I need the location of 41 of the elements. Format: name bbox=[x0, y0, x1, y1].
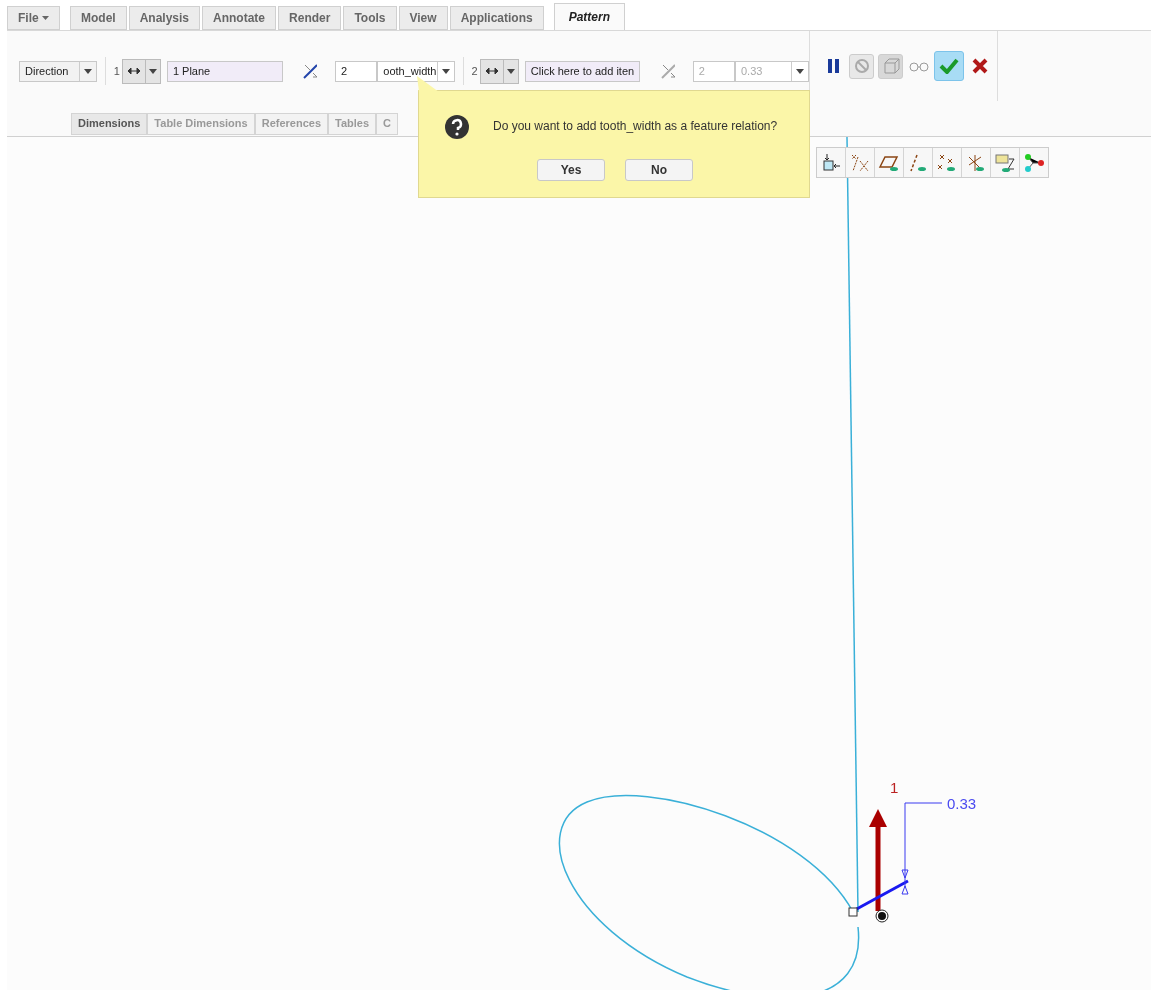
origin-point-icon bbox=[875, 909, 889, 923]
vertex-handle[interactable] bbox=[848, 907, 858, 917]
panel-tab[interactable]: References bbox=[254, 113, 328, 135]
double-arrow-icon bbox=[127, 68, 140, 74]
caret-icon bbox=[148, 68, 157, 74]
spacing-dropdown[interactable]: ooth_width bbox=[377, 60, 455, 82]
pattern-type-dropdown[interactable]: Direction bbox=[19, 60, 97, 82]
flip-icon[interactable] bbox=[302, 63, 318, 79]
file-menu[interactable]: File bbox=[7, 6, 60, 30]
direction-label: 1 bbox=[890, 779, 899, 796]
caret-icon bbox=[441, 68, 450, 74]
ribbon-tab[interactable]: Analysis bbox=[128, 6, 201, 30]
direction-type-button[interactable] bbox=[121, 58, 161, 84]
ribbon-tab[interactable]: Model bbox=[70, 6, 127, 30]
direction-number: 2 bbox=[471, 65, 478, 77]
double-arrow-icon bbox=[485, 68, 498, 74]
count-field[interactable]: 2 bbox=[335, 60, 378, 82]
panel-tab[interactable]: Tables bbox=[328, 113, 377, 135]
panel-tab[interactable]: C bbox=[376, 113, 398, 135]
reference-field[interactable]: 1 Plane bbox=[166, 60, 283, 82]
flip-icon[interactable] bbox=[659, 63, 676, 79]
question-icon bbox=[445, 115, 469, 139]
direction-number: 1 bbox=[113, 65, 120, 77]
ribbon-tab[interactable]: View bbox=[398, 6, 448, 30]
ribbon-tab[interactable]: Pattern bbox=[553, 3, 625, 30]
panel-tab[interactable]: Dimensions bbox=[71, 113, 148, 135]
panel-tab[interactable]: Table Dimensions bbox=[147, 113, 255, 135]
caret-icon bbox=[506, 68, 515, 74]
caret-icon bbox=[42, 16, 49, 20]
dimension-label: 0.33 bbox=[947, 795, 977, 812]
checkmark-icon[interactable] bbox=[934, 51, 964, 81]
ribbon-tab[interactable]: Applications bbox=[449, 6, 544, 30]
direction-type-button[interactable] bbox=[479, 58, 519, 84]
caret-icon bbox=[796, 68, 804, 74]
ribbon-tab[interactable]: Annotate bbox=[202, 6, 277, 30]
popup-message: Do you want to add tooth_width as a feature relation? bbox=[493, 119, 778, 133]
ribbon-tab[interactable]: Tools bbox=[343, 6, 397, 30]
popup-button[interactable]: No bbox=[625, 159, 693, 181]
ribbon-tab[interactable]: Render bbox=[278, 6, 342, 30]
popup-button[interactable]: Yes bbox=[537, 159, 605, 181]
caret-icon bbox=[83, 68, 92, 74]
